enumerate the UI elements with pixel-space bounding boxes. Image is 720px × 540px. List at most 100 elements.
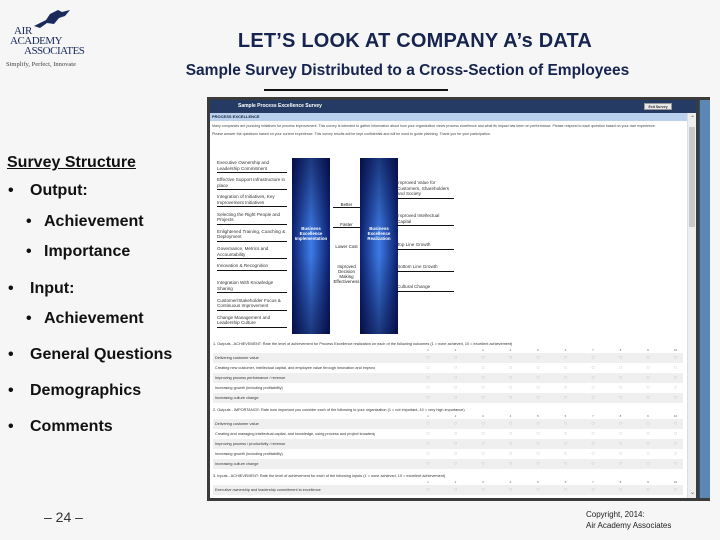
rating-radio[interactable]: ○ xyxy=(533,363,543,373)
rating-radio[interactable]: ○ xyxy=(533,419,543,429)
rating-radio[interactable]: ○ xyxy=(588,419,598,429)
rating-radio[interactable]: ○ xyxy=(671,373,681,383)
rating-radio[interactable]: ○ xyxy=(423,353,433,363)
rating-radio[interactable]: ○ xyxy=(588,449,598,459)
rating-radio[interactable]: ○ xyxy=(451,449,461,459)
rating-radio[interactable]: ○ xyxy=(533,383,543,393)
rating-radio[interactable]: ○ xyxy=(561,383,571,393)
rating-radio[interactable]: ○ xyxy=(643,393,653,403)
rating-radio[interactable]: ○ xyxy=(671,419,681,429)
rating-radio[interactable]: ○ xyxy=(671,495,681,498)
rating-radio[interactable]: ○ xyxy=(643,439,653,449)
rating-radio[interactable]: ○ xyxy=(671,429,681,439)
rating-radio[interactable]: ○ xyxy=(643,429,653,439)
rating-radio[interactable]: ○ xyxy=(478,373,488,383)
rating-radio[interactable]: ○ xyxy=(451,353,461,363)
rating-radio[interactable]: ○ xyxy=(616,495,626,498)
rating-radio[interactable]: ○ xyxy=(561,419,571,429)
rating-radio[interactable]: ○ xyxy=(588,495,598,498)
rating-radio[interactable]: ○ xyxy=(423,363,433,373)
rating-radio[interactable]: ○ xyxy=(478,449,488,459)
rating-radio[interactable]: ○ xyxy=(671,363,681,373)
rating-radio[interactable]: ○ xyxy=(506,495,516,498)
rating-radio[interactable]: ○ xyxy=(506,439,516,449)
rating-radio[interactable]: ○ xyxy=(643,449,653,459)
rating-radio[interactable]: ○ xyxy=(478,363,488,373)
rating-radio[interactable]: ○ xyxy=(533,485,543,495)
scroll-thumb[interactable] xyxy=(689,127,695,227)
rating-radio[interactable]: ○ xyxy=(506,459,516,469)
rating-radio[interactable]: ○ xyxy=(506,393,516,403)
rating-radio[interactable]: ○ xyxy=(588,439,598,449)
rating-radio[interactable]: ○ xyxy=(533,393,543,403)
rating-radio[interactable]: ○ xyxy=(671,449,681,459)
rating-radio[interactable]: ○ xyxy=(451,363,461,373)
rating-radio[interactable]: ○ xyxy=(506,485,516,495)
rating-radio[interactable]: ○ xyxy=(451,459,461,469)
rating-radio[interactable]: ○ xyxy=(533,429,543,439)
rating-radio[interactable]: ○ xyxy=(616,383,626,393)
rating-radio[interactable]: ○ xyxy=(506,373,516,383)
rating-radio[interactable]: ○ xyxy=(643,363,653,373)
rating-radio[interactable]: ○ xyxy=(451,419,461,429)
rating-radio[interactable]: ○ xyxy=(561,373,571,383)
rating-radio[interactable]: ○ xyxy=(533,439,543,449)
rating-radio[interactable]: ○ xyxy=(561,485,571,495)
rating-radio[interactable]: ○ xyxy=(616,459,626,469)
rating-radio[interactable]: ○ xyxy=(423,419,433,429)
rating-radio[interactable]: ○ xyxy=(671,485,681,495)
rating-radio[interactable]: ○ xyxy=(671,383,681,393)
rating-radio[interactable]: ○ xyxy=(423,495,433,498)
rating-radio[interactable]: ○ xyxy=(478,419,488,429)
rating-radio[interactable]: ○ xyxy=(561,439,571,449)
rating-radio[interactable]: ○ xyxy=(561,459,571,469)
rating-radio[interactable]: ○ xyxy=(451,439,461,449)
rating-radio[interactable]: ○ xyxy=(616,439,626,449)
rating-radio[interactable]: ○ xyxy=(506,353,516,363)
rating-radio[interactable]: ○ xyxy=(616,449,626,459)
rating-radio[interactable]: ○ xyxy=(423,439,433,449)
rating-radio[interactable]: ○ xyxy=(478,353,488,363)
rating-radio[interactable]: ○ xyxy=(451,485,461,495)
rating-radio[interactable]: ○ xyxy=(616,353,626,363)
rating-radio[interactable]: ○ xyxy=(588,383,598,393)
scroll-down-icon[interactable]: ⌄ xyxy=(688,489,696,496)
rating-radio[interactable]: ○ xyxy=(588,363,598,373)
rating-radio[interactable]: ○ xyxy=(451,429,461,439)
rating-radio[interactable]: ○ xyxy=(478,459,488,469)
scroll-up-icon[interactable]: ⌃ xyxy=(688,115,696,122)
rating-radio[interactable]: ○ xyxy=(616,373,626,383)
rating-radio[interactable]: ○ xyxy=(478,495,488,498)
rating-radio[interactable]: ○ xyxy=(451,495,461,498)
rating-radio[interactable]: ○ xyxy=(423,485,433,495)
rating-radio[interactable]: ○ xyxy=(451,373,461,383)
rating-radio[interactable]: ○ xyxy=(478,439,488,449)
rating-radio[interactable]: ○ xyxy=(671,353,681,363)
rating-radio[interactable]: ○ xyxy=(506,419,516,429)
rating-radio[interactable]: ○ xyxy=(561,449,571,459)
rating-radio[interactable]: ○ xyxy=(533,459,543,469)
rating-radio[interactable]: ○ xyxy=(478,393,488,403)
rating-radio[interactable]: ○ xyxy=(643,383,653,393)
rating-radio[interactable]: ○ xyxy=(643,373,653,383)
rating-radio[interactable]: ○ xyxy=(588,429,598,439)
rating-radio[interactable]: ○ xyxy=(561,393,571,403)
rating-radio[interactable]: ○ xyxy=(423,393,433,403)
rating-radio[interactable]: ○ xyxy=(423,449,433,459)
survey-scrollbar[interactable]: ⌃ ⌄ xyxy=(687,113,696,498)
rating-radio[interactable]: ○ xyxy=(423,383,433,393)
exit-survey-button[interactable]: Exit Survey xyxy=(644,103,672,110)
rating-radio[interactable]: ○ xyxy=(643,419,653,429)
rating-radio[interactable]: ○ xyxy=(561,353,571,363)
rating-radio[interactable]: ○ xyxy=(423,429,433,439)
rating-radio[interactable]: ○ xyxy=(643,459,653,469)
rating-radio[interactable]: ○ xyxy=(561,495,571,498)
rating-radio[interactable]: ○ xyxy=(451,393,461,403)
rating-radio[interactable]: ○ xyxy=(643,485,653,495)
rating-radio[interactable]: ○ xyxy=(533,373,543,383)
rating-radio[interactable]: ○ xyxy=(533,495,543,498)
rating-radio[interactable]: ○ xyxy=(643,353,653,363)
rating-radio[interactable]: ○ xyxy=(588,485,598,495)
rating-radio[interactable]: ○ xyxy=(588,459,598,469)
rating-radio[interactable]: ○ xyxy=(671,393,681,403)
